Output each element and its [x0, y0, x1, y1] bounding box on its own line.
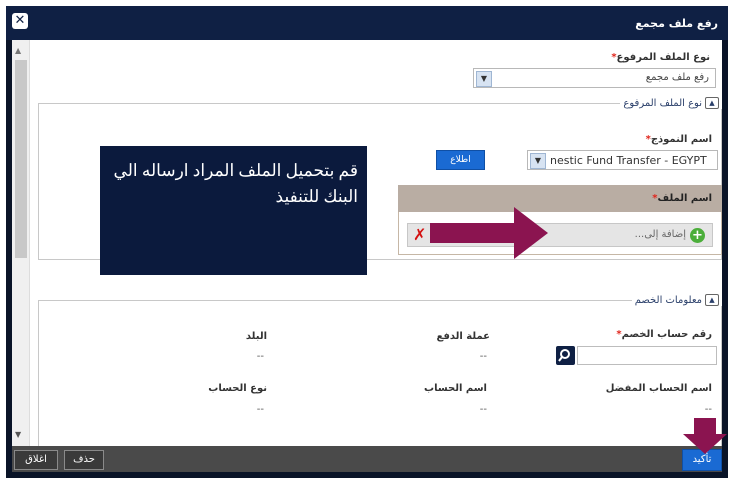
account-name-label: اسم الحساب [424, 383, 487, 394]
plus-circle-icon[interactable]: + [690, 228, 705, 243]
account-type-label: نوع الحساب [208, 383, 267, 394]
upload-type-select[interactable]: ▼ رفع ملف مجمع [473, 68, 716, 88]
currency-value: -- [479, 351, 487, 362]
scroll-down-icon[interactable]: ▼ [15, 430, 21, 439]
arrow-pointer-down [683, 418, 727, 454]
preferred-name-value: -- [704, 404, 712, 415]
add-file-link[interactable]: إضافة إلى... [635, 229, 686, 240]
file-label: اسم الملف* [652, 193, 712, 204]
scroll-up-icon[interactable]: ▲ [15, 46, 21, 55]
arrow-pointer [430, 207, 548, 259]
close-button[interactable]: اغلاق [14, 450, 58, 470]
collapse-icon[interactable]: ▲ [705, 97, 719, 109]
template-label: اسم النموذج* [645, 134, 712, 145]
close-icon[interactable]: ✕ [12, 13, 28, 29]
dialog-title: رفع ملف مجمع [635, 17, 718, 30]
account-type-value: -- [256, 404, 264, 415]
chevron-down-icon[interactable]: ▼ [476, 71, 492, 87]
account-name-value: -- [479, 404, 487, 415]
country-label: البلد [245, 331, 267, 342]
debit-account-input[interactable] [577, 346, 717, 365]
view-button[interactable]: اطلاع [436, 150, 485, 170]
scroll-thumb[interactable] [15, 60, 27, 258]
footer-bar [12, 446, 722, 472]
x-icon[interactable]: ✗ [413, 226, 426, 244]
currency-label: عملة الدفع [436, 331, 490, 342]
template-select[interactable]: ▼ nestic Fund Transfer - EGYPT [527, 150, 718, 170]
country-value: -- [256, 351, 264, 362]
debit-section-legend[interactable]: ▲معلومات الخصم [631, 294, 722, 306]
title-bar [6, 6, 728, 40]
chevron-down-icon[interactable]: ▼ [530, 153, 546, 169]
debit-account-label: رقم حساب الخصم* [616, 329, 712, 340]
upload-type-label: نوع الملف المرفوع* [611, 52, 710, 63]
debit-section [38, 300, 722, 446]
search-icon[interactable] [556, 346, 575, 365]
delete-button[interactable]: حذف [64, 450, 104, 470]
instruction-text: قم بتحميل الملف المراد ارساله الي البنك … [113, 161, 358, 206]
collapse-icon[interactable]: ▲ [705, 294, 719, 306]
preferred-name-label: اسم الحساب المفضل [605, 383, 712, 394]
upload-section-legend[interactable]: ▲نوع الملف المرفوع [620, 97, 722, 109]
